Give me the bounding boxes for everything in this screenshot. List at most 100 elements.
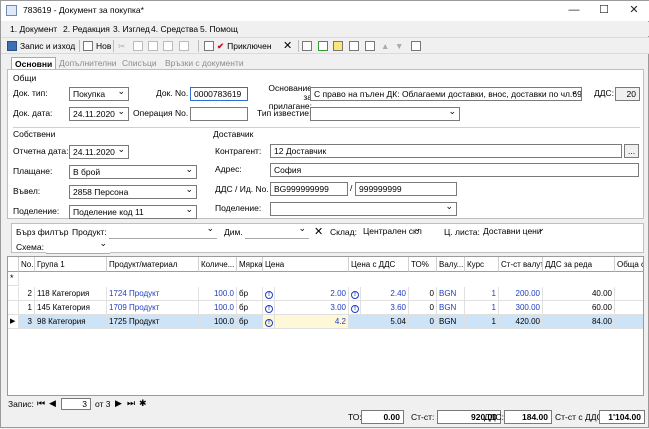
- paste-icon[interactable]: [148, 39, 161, 53]
- doc-type-label: Док. тип:: [13, 88, 48, 98]
- own-division-select[interactable]: Поделение код 11: [69, 205, 197, 219]
- last-record-button[interactable]: ⏭: [127, 398, 135, 409]
- col-group[interactable]: Група 1: [35, 257, 107, 272]
- id-no-input[interactable]: 999999999: [355, 182, 457, 196]
- notice-select[interactable]: [310, 107, 460, 121]
- col-total[interactable]: Обща с: [615, 257, 643, 272]
- refresh-icon[interactable]: [318, 39, 331, 53]
- basis-select[interactable]: С право на пълен ДК: Облагаеми доставки,…: [310, 87, 582, 101]
- payment-select[interactable]: В брой: [69, 165, 197, 179]
- product-filter-label: Продукт:: [72, 227, 107, 237]
- supplier-division-select[interactable]: [270, 202, 457, 216]
- contractor-browse-button[interactable]: ...: [624, 144, 639, 158]
- copy-icon[interactable]: [133, 39, 146, 53]
- pricelist-filter-select[interactable]: Доставни цени: [480, 225, 548, 239]
- price-info-icon[interactable]: !: [263, 301, 275, 315]
- entered-select[interactable]: 2858 Персона: [69, 185, 197, 199]
- vat-no-input[interactable]: BG999999999: [270, 182, 348, 196]
- col-no[interactable]: No.: [19, 257, 35, 272]
- new-record-button[interactable]: ✱: [139, 398, 147, 409]
- document-icon[interactable]: [349, 39, 362, 53]
- menu-view[interactable]: 3. Изглед: [113, 24, 150, 34]
- report-date-label: Отчетна дата:: [13, 146, 69, 156]
- table-row[interactable]: 2 118 Категория 1724 Продукт 100.0 бр ! …: [8, 287, 643, 301]
- first-record-button[interactable]: ⏮: [37, 398, 45, 409]
- vat-input[interactable]: 20: [615, 87, 640, 101]
- product-filter-select[interactable]: [109, 225, 217, 239]
- title-bar: 783619 - Документ за покупка* — ☐ ✕: [1, 1, 649, 21]
- delete-icon[interactable]: ✕: [283, 39, 292, 53]
- price-vat-info-icon[interactable]: !: [349, 301, 361, 315]
- store-filter-select[interactable]: Централен скл: [360, 225, 424, 239]
- col-to[interactable]: ТО%: [409, 257, 437, 272]
- prev-record-button[interactable]: ◀: [49, 398, 56, 409]
- dim-filter-select[interactable]: [245, 225, 309, 239]
- basis-label: Основание за прилагане:: [268, 83, 312, 111]
- help-icon[interactable]: [411, 39, 424, 53]
- move-up-icon[interactable]: ▲: [381, 39, 389, 53]
- own-group-title: Собствени: [13, 129, 56, 139]
- col-unit[interactable]: Мярка: [237, 257, 263, 272]
- price-info-icon[interactable]: !: [263, 287, 275, 301]
- doc-no-input[interactable]: 0000783619: [190, 87, 248, 101]
- quick-filter-label: Бърз филтър: [16, 227, 69, 237]
- col-price-vat[interactable]: Цена с ДДС: [349, 257, 409, 272]
- report-date-input[interactable]: 24.11.2020: [69, 145, 129, 159]
- clear-filter-icon[interactable]: ✕: [314, 225, 323, 238]
- menu-edit[interactable]: 2. Редакция: [63, 24, 110, 34]
- price-edit-cell[interactable]: 4.2: [275, 315, 349, 329]
- grand-total-label: Ст-ст с ДДС:: [555, 412, 605, 422]
- row-indicator-header: [8, 257, 19, 272]
- col-vat-row[interactable]: ДДС за реда: [543, 257, 615, 272]
- move-down-icon[interactable]: ▼: [395, 39, 403, 53]
- table-row[interactable]: 1 145 Категория 1709 Продукт 100.0 бр ! …: [8, 301, 643, 315]
- menu-tools[interactable]: 4. Средства: [151, 24, 198, 34]
- col-product[interactable]: Продукт/материал: [107, 257, 199, 272]
- supplier-group-title: Доставчик: [213, 129, 254, 139]
- cut-icon[interactable]: ✂: [118, 39, 125, 53]
- edit-icon[interactable]: [204, 39, 217, 53]
- menu-document[interactable]: 1. Документ: [10, 24, 57, 34]
- status-bar: Запис: ⏮ ◀ 3 от 3 ▶ ⏭ ✱ ТО: 0.00 Ст-ст: …: [1, 398, 649, 429]
- new-row[interactable]: *: [8, 272, 643, 286]
- doc-date-input[interactable]: 24.11.2020: [69, 107, 129, 121]
- next-record-button[interactable]: ▶: [115, 398, 122, 409]
- address-label: Адрес:: [215, 164, 242, 174]
- posted-button[interactable]: ✔ Приключен: [217, 39, 272, 53]
- contractor-input[interactable]: 12 Доставчик: [270, 144, 622, 158]
- record-input[interactable]: 3: [61, 398, 91, 410]
- separator: [198, 40, 199, 52]
- pricelist-filter-label: Ц. листа:: [444, 227, 480, 237]
- current-row-indicator: ▶: [8, 315, 19, 329]
- new-row-icon: *: [8, 272, 19, 286]
- col-value[interactable]: Ст-ст валута: [499, 257, 543, 272]
- document2-icon[interactable]: [365, 39, 378, 53]
- insert-icon[interactable]: [333, 39, 346, 53]
- undo-icon[interactable]: [163, 39, 176, 53]
- operation-input[interactable]: [190, 107, 248, 121]
- save-exit-button[interactable]: Запис и изход: [7, 39, 75, 53]
- value-total-label: Ст-ст:: [411, 412, 435, 422]
- menu-help[interactable]: 5. Помощ: [200, 24, 238, 34]
- sort-icon[interactable]: [302, 39, 315, 53]
- divider: [13, 127, 640, 128]
- payment-label: Плащане:: [13, 166, 53, 176]
- col-currency[interactable]: Валу...: [437, 257, 465, 272]
- minimize-button[interactable]: —: [559, 1, 589, 21]
- redo-icon[interactable]: [179, 39, 192, 53]
- address-input[interactable]: София: [270, 163, 639, 177]
- separator: [113, 40, 114, 52]
- schema-label: Схема:: [16, 242, 44, 252]
- col-price[interactable]: Цена: [263, 257, 349, 272]
- price-vat-info-icon[interactable]: !: [349, 287, 361, 301]
- schema-select[interactable]: [46, 240, 110, 254]
- col-qty[interactable]: Количе...: [199, 257, 237, 272]
- table-row-selected[interactable]: ▶ 3 98 Категория 1725 Продукт 100.0 бр !…: [8, 315, 643, 329]
- new-button[interactable]: Нов: [83, 39, 111, 53]
- price-info-icon[interactable]: !: [263, 315, 275, 329]
- col-rate[interactable]: Курс: [465, 257, 499, 272]
- doc-type-select[interactable]: Покупка: [69, 87, 129, 101]
- document-panel: Общи Док. тип: Покупка Док. No. 00007836…: [7, 69, 644, 219]
- maximize-button[interactable]: ☐: [589, 1, 619, 21]
- close-button[interactable]: ✕: [619, 1, 649, 21]
